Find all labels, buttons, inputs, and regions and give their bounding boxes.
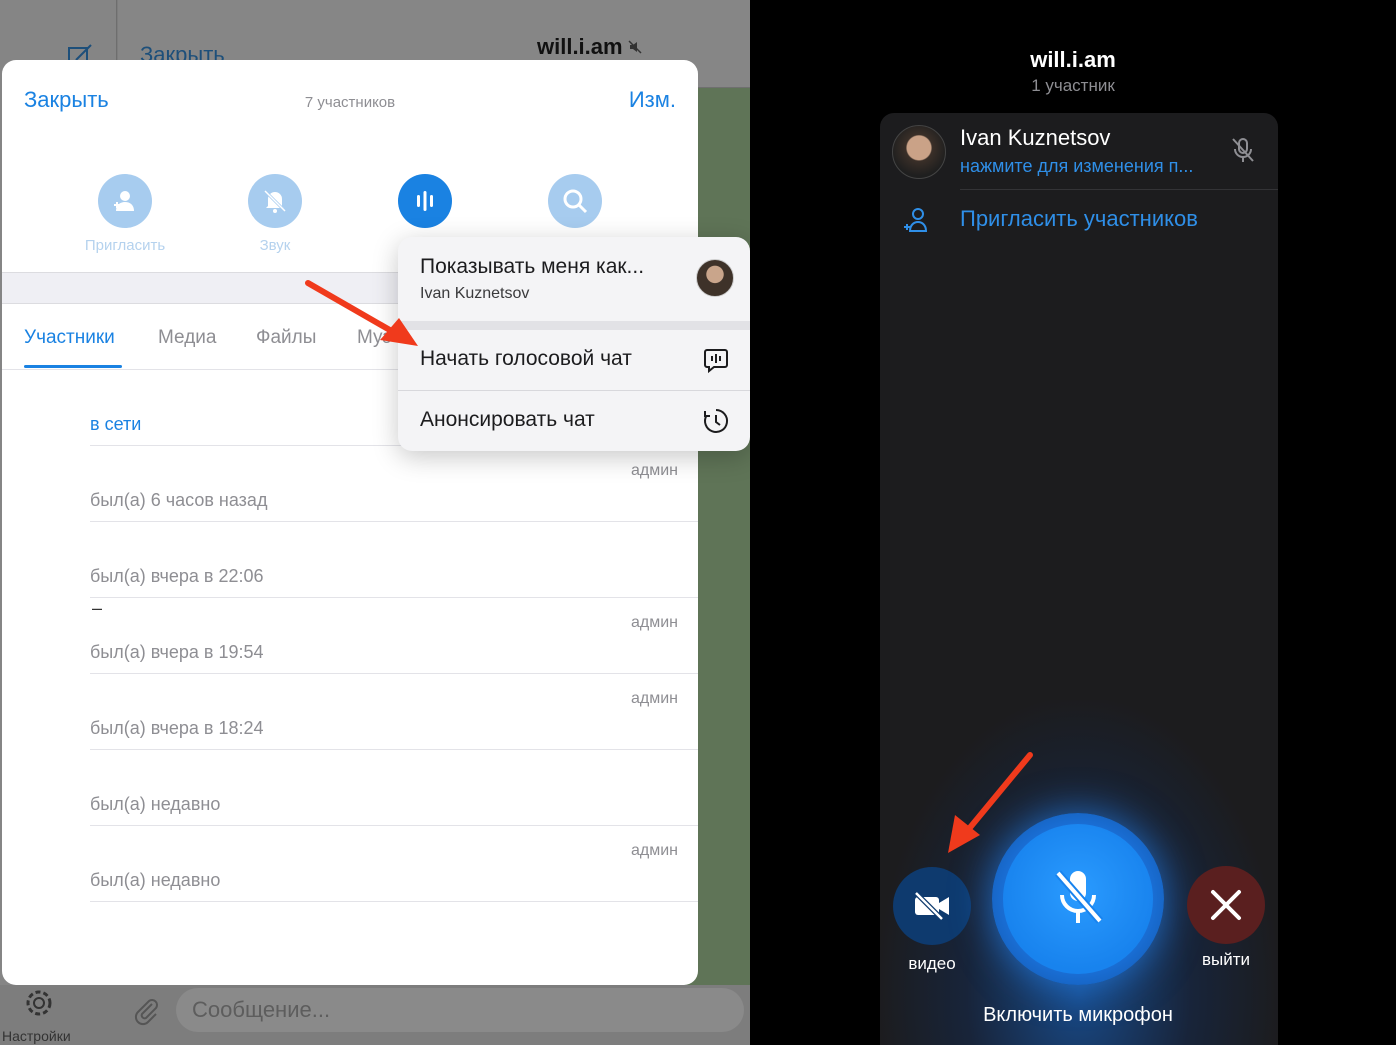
start-voice-chat-label: Начать голосовой чат bbox=[420, 347, 632, 370]
tab-members[interactable]: Участники bbox=[24, 327, 115, 349]
member-status: был(а) недавно bbox=[90, 794, 221, 814]
participant-count: 1 участник bbox=[1031, 76, 1115, 95]
microphone-button-label: Включить микрофон bbox=[983, 1004, 1173, 1026]
leave-button-label: выйти bbox=[1201, 950, 1251, 969]
microphone-button[interactable] bbox=[992, 813, 1164, 985]
video-button-label: видео bbox=[908, 954, 956, 973]
voice-chat-title: will.i.am bbox=[1030, 47, 1116, 72]
sound-action-label: Звук bbox=[259, 237, 291, 254]
tab-music[interactable]: Муз bbox=[357, 327, 391, 349]
member-row[interactable]: был(а) вчера в 22:06 bbox=[90, 522, 698, 598]
edit-button[interactable]: Изм. bbox=[629, 87, 676, 113]
member-row[interactable]: был(а) недавно админ bbox=[90, 826, 698, 902]
add-user-icon bbox=[98, 174, 152, 228]
show-me-as-title: Показывать меня как... bbox=[420, 255, 645, 278]
gear-icon[interactable] bbox=[20, 984, 58, 1022]
voice-waves-icon bbox=[398, 174, 452, 228]
member-status: был(а) вчера в 19:54 bbox=[90, 642, 264, 662]
mic-off-icon bbox=[1232, 138, 1254, 162]
avatar bbox=[892, 125, 946, 179]
settings-tab-label[interactable]: Настройки bbox=[2, 1028, 71, 1044]
member-name: – bbox=[92, 598, 103, 618]
member-row[interactable]: – был(а) вчера в 19:54 админ bbox=[90, 598, 698, 674]
invite-participants-button[interactable]: Пригласить участников bbox=[960, 206, 1198, 232]
bell-off-icon bbox=[248, 174, 302, 228]
tab-active-indicator bbox=[24, 365, 122, 368]
tab-media[interactable]: Медиа bbox=[158, 327, 216, 349]
microphone-button-inner bbox=[1003, 824, 1153, 974]
invite-action-label: Пригласить bbox=[84, 237, 166, 254]
video-off-icon bbox=[914, 891, 949, 921]
paperclip-icon[interactable] bbox=[132, 996, 162, 1026]
list-divider bbox=[960, 189, 1278, 190]
member-badge: админ bbox=[630, 842, 678, 859]
announce-chat-label: Анонсировать чат bbox=[420, 408, 595, 431]
invite-action[interactable]: Пригласить bbox=[70, 174, 180, 254]
voice-chat-popup-menu: Показывать меня как... Ivan Kuznetsov На… bbox=[398, 237, 750, 451]
search-icon bbox=[548, 174, 602, 228]
tab-files[interactable]: Файлы bbox=[256, 327, 316, 349]
voice-chat-bubble-icon bbox=[704, 349, 728, 374]
member-badge: админ bbox=[630, 462, 678, 479]
member-row[interactable]: был(а) вчера в 18:24 админ bbox=[90, 674, 698, 750]
background-chat-title: will.i.am bbox=[537, 34, 623, 59]
participant-hint[interactable]: нажмите для изменения п... bbox=[960, 156, 1193, 177]
show-me-as-name: Ivan Kuznetsov bbox=[420, 285, 530, 302]
sound-action[interactable]: Звук bbox=[220, 174, 330, 254]
avatar bbox=[696, 259, 734, 297]
participant-name: Ivan Kuznetsov bbox=[960, 125, 1111, 150]
left-screenshot-panel: Закрыть will.i.am Настройки Закрыть 7 уч… bbox=[0, 0, 750, 1045]
close-icon bbox=[1211, 890, 1241, 920]
mic-off-icon bbox=[1054, 870, 1104, 924]
video-button[interactable] bbox=[893, 867, 971, 945]
search-action[interactable] bbox=[520, 174, 630, 228]
start-voice-chat-item[interactable]: Начать голосовой чат bbox=[398, 330, 750, 390]
clock-icon bbox=[704, 409, 728, 433]
member-status: был(а) недавно bbox=[90, 870, 221, 890]
member-status: был(а) 6 часов назад bbox=[90, 490, 268, 510]
announce-chat-item[interactable]: Анонсировать чат bbox=[398, 391, 750, 451]
member-badge: админ bbox=[630, 614, 678, 631]
member-row[interactable]: был(а) недавно bbox=[90, 750, 698, 826]
member-status: был(а) вчера в 18:24 bbox=[90, 718, 264, 738]
member-status: был(а) вчера в 22:06 bbox=[90, 566, 264, 586]
member-row[interactable]: был(а) 6 часов назад админ bbox=[90, 446, 698, 522]
member-status: в сети bbox=[90, 414, 142, 434]
leave-button[interactable] bbox=[1187, 866, 1265, 944]
right-screenshot-panel: will.i.am 1 участник Ivan Kuznetsov нажм… bbox=[750, 0, 1396, 1045]
member-count: 7 участников bbox=[304, 94, 396, 111]
muted-icon bbox=[628, 40, 642, 54]
menu-divider bbox=[398, 321, 750, 330]
member-badge: админ bbox=[630, 690, 678, 707]
chat-info-card: Закрыть 7 участников Изм. Пригласить Зву… bbox=[2, 60, 698, 985]
add-user-icon[interactable] bbox=[902, 205, 932, 235]
message-input[interactable] bbox=[176, 988, 744, 1032]
